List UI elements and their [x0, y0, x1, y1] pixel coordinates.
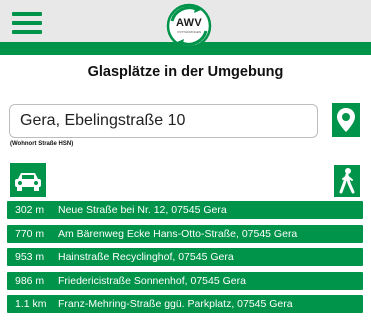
- result-row[interactable]: 302 m Neue Straße bei Nr. 12, 07545 Gera: [7, 201, 363, 219]
- map-pin-icon: [337, 108, 355, 132]
- walk-mode-button[interactable]: [334, 165, 360, 197]
- result-address: Hainstraße Recyclinghof, 07545 Gera: [58, 251, 234, 263]
- result-distance: 953 m: [15, 251, 45, 263]
- result-row[interactable]: 953 m Hainstraße Recyclinghof, 07545 Ger…: [7, 248, 363, 266]
- app-header: AWV OSTTHÜRINGEN: [0, 0, 371, 55]
- result-distance: 770 m: [15, 227, 45, 240]
- result-address: Friedericistraße Sonnenhof, 07545 Gera: [58, 274, 246, 287]
- page-title: Glasplätze in der Umgebung: [87, 64, 284, 80]
- car-mode-button[interactable]: [10, 163, 46, 197]
- awv-logo: AWV OSTTHÜRINGEN: [166, 3, 212, 49]
- result-distance: 1.1 km: [15, 298, 47, 310]
- result-address: Am Bärenweg Ecke Hans-Otto-Straße, 07545…: [58, 227, 298, 240]
- address-input[interactable]: [9, 104, 318, 138]
- walking-person-icon: [339, 168, 355, 194]
- result-address: Neue Straße bei Nr. 12, 07545 Gera: [58, 204, 227, 216]
- results-list: 302 m Neue Straße bei Nr. 12, 07545 Gera…: [7, 201, 363, 319]
- result-row[interactable]: 770 m Am Bärenweg Ecke Hans-Otto-Straße,…: [7, 224, 363, 243]
- result-row[interactable]: 986 m Friedericistraße Sonnenhof, 07545 …: [7, 271, 363, 290]
- result-distance: 302 m: [15, 204, 45, 216]
- logo-subtext: OSTTHÜRINGEN: [177, 30, 201, 34]
- result-distance: 986 m: [15, 274, 45, 287]
- locate-button[interactable]: [332, 103, 360, 137]
- input-hint: (Wohnort Straße HSN): [10, 141, 74, 147]
- hamburger-icon[interactable]: [12, 12, 42, 34]
- logo-text: AWV: [176, 17, 202, 29]
- car-icon: [15, 173, 41, 191]
- result-row[interactable]: 1.1 km Franz-Mehring-Straße ggü. Parkpla…: [7, 295, 363, 313]
- result-address: Franz-Mehring-Straße ggü. Parkplatz, 075…: [58, 298, 293, 310]
